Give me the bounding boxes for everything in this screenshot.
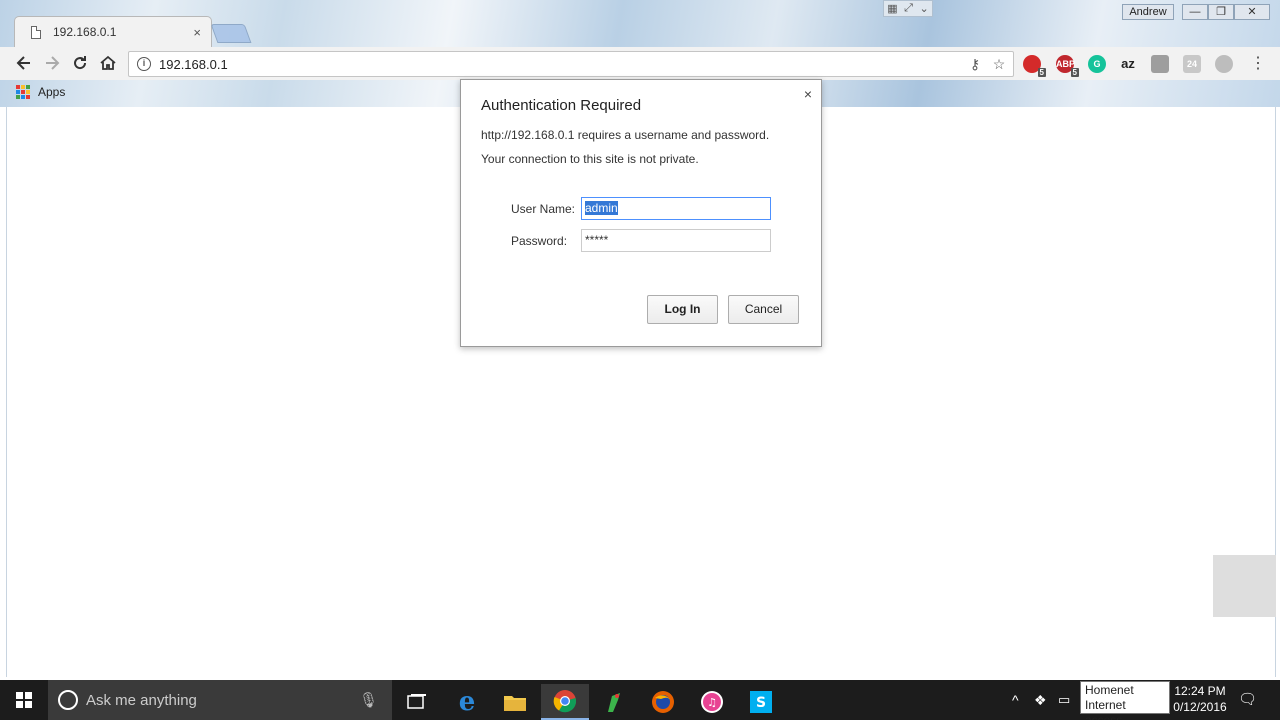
extension-badge: 5 — [1070, 68, 1079, 77]
chrome-icon — [553, 690, 577, 713]
edge-icon: e — [458, 687, 476, 717]
reload-button[interactable] — [69, 53, 91, 75]
clock-time: 12:24 PM — [1174, 684, 1226, 698]
password-input[interactable]: ***** — [581, 229, 771, 252]
extension-icon[interactable] — [1151, 55, 1169, 73]
edge-taskbar-button[interactable]: e — [443, 684, 491, 720]
clock-date: 0/12/2016 — [1173, 700, 1227, 714]
battery-icon[interactable]: ▭ — [1058, 680, 1076, 720]
tab-title: 192.168.0.1 — [53, 25, 117, 39]
microphone-icon[interactable]: 🎙 — [359, 691, 378, 709]
dialog-close-button[interactable]: × — [804, 86, 812, 102]
az-icon[interactable]: az — [1119, 55, 1137, 73]
dialog-privacy-note: Your connection to this site is not priv… — [481, 152, 699, 166]
tab-close-button[interactable]: × — [193, 25, 201, 40]
firefox-icon — [652, 691, 674, 713]
grammarly-icon[interactable]: G — [1088, 55, 1106, 73]
chevron-down-icon: ⌄ — [919, 3, 929, 15]
auth-dialog: × Authentication Required http://192.168… — [460, 79, 822, 347]
expand-icon: ⤢ — [904, 2, 913, 14]
apps-icon[interactable] — [16, 85, 30, 99]
url-text: 192.168.0.1 — [159, 56, 228, 72]
close-window-button[interactable]: ✕ — [1234, 4, 1270, 20]
cancel-button[interactable]: Cancel — [728, 295, 799, 324]
username-label: User Name: — [511, 202, 576, 216]
windows-icon — [16, 692, 32, 708]
minimize-button[interactable]: — — [1182, 4, 1208, 20]
profile-button[interactable]: Andrew — [1122, 4, 1174, 20]
maximize-button[interactable]: ❐ — [1208, 4, 1234, 20]
home-button[interactable] — [97, 53, 119, 75]
task-view-button[interactable] — [392, 684, 440, 720]
forward-button[interactable] — [41, 53, 63, 75]
login-button[interactable]: Log In — [647, 295, 718, 324]
app-taskbar-button[interactable] — [590, 684, 638, 720]
puzzle-icon[interactable] — [1215, 55, 1233, 73]
show-hidden-icons-button[interactable]: ^ — [1012, 680, 1026, 720]
password-label: Password: — [511, 234, 568, 248]
start-button[interactable] — [0, 680, 48, 720]
extension-badge: 5 — [1037, 68, 1046, 77]
key-icon[interactable]: ⚷ — [965, 56, 985, 73]
address-bar[interactable]: i 192.168.0.1 ⚷ ☆ — [128, 51, 1014, 77]
cortana-search[interactable]: Ask me anything 🎙 — [48, 680, 392, 720]
home-icon — [100, 55, 116, 70]
star-icon[interactable]: ☆ — [989, 56, 1009, 73]
task-view-icon — [407, 694, 426, 709]
network-tooltip: Homenet Internet access — [1080, 681, 1170, 720]
dialog-title: Authentication Required — [481, 97, 642, 114]
profile-name: Andrew — [1129, 6, 1167, 18]
itunes-taskbar-button[interactable]: ♫ — [688, 684, 736, 720]
new-tab-button[interactable] — [210, 24, 252, 43]
svg-text:S: S — [756, 695, 766, 711]
firefox-taskbar-button[interactable] — [639, 684, 687, 720]
system-clock[interactable]: 12:24 PM 0/12/2016 — [1170, 683, 1230, 715]
network-name: Homenet — [1085, 683, 1134, 697]
extension-24-icon[interactable]: 24 — [1183, 55, 1201, 73]
back-arrow-icon — [16, 56, 30, 70]
folder-icon — [504, 696, 526, 711]
info-icon[interactable]: i — [137, 57, 151, 71]
search-placeholder: Ask me anything — [86, 691, 197, 709]
cortana-icon — [58, 690, 78, 710]
skype-taskbar-button[interactable]: S — [737, 684, 785, 720]
back-button[interactable] — [13, 53, 35, 75]
adblock-plus-icon[interactable]: ABP 5 — [1056, 55, 1079, 77]
skype-icon: S — [750, 691, 772, 713]
chrome-taskbar-button[interactable] — [541, 684, 589, 720]
network-status: Internet access — [1085, 698, 1126, 720]
dialog-message: http://192.168.0.1 requires a username a… — [481, 128, 770, 142]
notifications-icon[interactable]: 🗨 — [1238, 680, 1258, 720]
username-value: admin — [585, 201, 618, 215]
username-input[interactable]: admin — [581, 197, 771, 220]
side-panel-tab[interactable] — [1213, 555, 1276, 617]
tab-current[interactable]: 192.168.0.1 × — [14, 16, 212, 47]
page-icon — [31, 25, 41, 39]
svg-text:♫: ♫ — [707, 696, 717, 709]
menu-kebab-icon[interactable]: ⋮ — [1247, 53, 1269, 75]
forward-arrow-icon — [46, 56, 60, 70]
toolbar: i 192.168.0.1 ⚷ ☆ 5 ABP 5 Gaz 24 ⋮ — [0, 47, 1280, 80]
grid-icon: ▦ — [887, 3, 898, 15]
ublock-icon[interactable]: 5 — [1023, 55, 1046, 77]
itunes-icon: ♫ — [701, 691, 723, 713]
top-widget[interactable]: ▦ ⤢ ⌄ — [883, 0, 933, 17]
explorer-taskbar-button[interactable] — [491, 684, 539, 720]
reload-icon — [74, 56, 87, 70]
dropbox-icon[interactable]: ❖ — [1034, 680, 1052, 720]
apps-bookmark[interactable]: Apps — [38, 85, 65, 99]
password-value: ***** — [585, 233, 609, 247]
parrot-icon — [608, 693, 620, 712]
